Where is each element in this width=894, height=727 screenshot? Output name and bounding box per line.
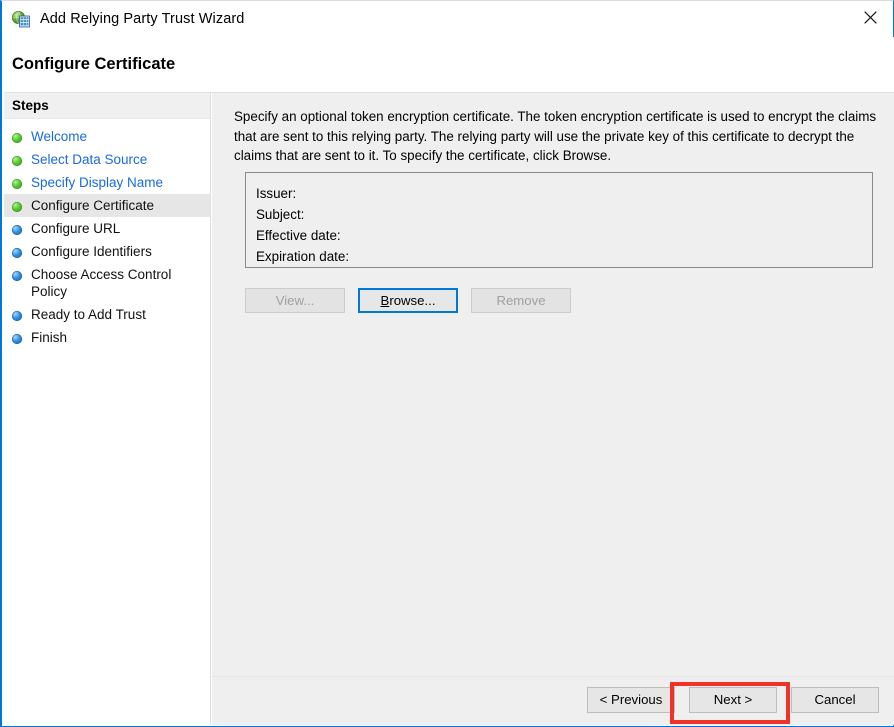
browse-certificate-button[interactable]: Browse... <box>358 288 458 313</box>
step-status-done-icon <box>12 179 22 189</box>
cancel-button-label: Cancel <box>814 692 856 708</box>
previous-button-label: < Previous <box>599 692 663 708</box>
step-status-pending-icon <box>12 311 22 321</box>
wizard-nav-buttons: < Previous Next > Cancel <box>587 687 879 713</box>
browse-accelerator: B <box>380 292 390 308</box>
title-bar: Add Relying Party Trust Wizard <box>2 1 893 37</box>
browse-certificate-label: rowse... <box>389 292 436 308</box>
content-area: Steps Welcome Select Data Source Specify… <box>4 93 894 725</box>
certificate-expiration-date-row: Expiration date: <box>256 246 872 267</box>
sidebar-item-label: Configure Certificate <box>31 198 155 213</box>
view-certificate-button: View... <box>245 288 345 313</box>
page-title: Configure Certificate <box>12 55 176 73</box>
wizard-window: Add Relying Party Trust Wizard Configure… <box>0 0 894 727</box>
page-header: Configure Certificate <box>4 37 894 93</box>
sidebar-item-label: Select Data Source <box>31 152 148 167</box>
sidebar-item-ready-to-add-trust[interactable]: Ready to Add Trust <box>4 303 210 326</box>
previous-button[interactable]: < Previous <box>587 687 675 713</box>
next-button[interactable]: Next > <box>689 687 777 713</box>
sidebar-item-configure-certificate[interactable]: Configure Certificate <box>4 194 210 217</box>
sidebar-item-label: Welcome <box>31 129 88 144</box>
sidebar-item-configure-identifiers[interactable]: Configure Identifiers <box>4 240 210 263</box>
step-status-pending-icon <box>12 225 22 235</box>
sidebar-item-select-data-source[interactable]: Select Data Source <box>4 148 210 171</box>
instruction-text: Specify an optional token encryption cer… <box>234 109 877 163</box>
steps-sidebar: Steps Welcome Select Data Source Specify… <box>4 93 211 725</box>
sidebar-item-label: Ready to Add Trust <box>31 307 146 322</box>
certificate-subject-label: Subject: <box>256 207 305 222</box>
steps-header-label: Steps <box>12 98 49 113</box>
sidebar-item-label: Choose Access Control Policy <box>31 267 172 299</box>
certificate-issuer-label: Issuer: <box>256 186 297 201</box>
view-certificate-label: View... <box>275 292 315 308</box>
sidebar-item-configure-url[interactable]: Configure URL <box>4 217 210 240</box>
step-status-pending-icon <box>12 248 22 258</box>
sidebar-item-label: Finish <box>31 330 68 345</box>
main-panel: Specify an optional token encryption cer… <box>212 93 894 725</box>
steps-list: Welcome Select Data Source Specify Displ… <box>4 119 210 349</box>
sidebar-item-specify-display-name[interactable]: Specify Display Name <box>4 171 210 194</box>
certificate-effective-date-row: Effective date: <box>256 225 872 246</box>
sidebar-item-finish[interactable]: Finish <box>4 326 210 349</box>
relying-party-globe-icon <box>11 9 31 29</box>
certificate-info-box: Issuer: Subject: Effective date: Expirat… <box>245 172 873 268</box>
step-status-pending-icon <box>12 271 22 281</box>
close-icon <box>863 11 877 24</box>
next-button-label: Next > <box>713 692 753 708</box>
remove-certificate-label: Remove <box>496 292 546 308</box>
remove-certificate-button: Remove <box>471 288 571 313</box>
cancel-button[interactable]: Cancel <box>791 687 879 713</box>
sidebar-item-label: Configure URL <box>31 221 121 236</box>
wizard-footer: < Previous Next > Cancel <box>212 676 894 725</box>
step-status-done-icon <box>12 133 22 143</box>
sidebar-item-label: Configure Identifiers <box>31 244 152 259</box>
step-status-done-icon <box>12 156 22 166</box>
step-status-pending-icon <box>12 334 22 344</box>
certificate-issuer-row: Issuer: <box>256 183 872 204</box>
certificate-actions: View... Browse... Remove <box>245 288 571 313</box>
step-status-done-icon <box>12 202 22 212</box>
steps-header: Steps <box>4 93 210 119</box>
window-title: Add Relying Party Trust Wizard <box>40 11 245 27</box>
certificate-effective-date-label: Effective date: <box>256 228 341 243</box>
certificate-expiration-date-label: Expiration date: <box>256 249 350 264</box>
close-button[interactable] <box>847 1 893 34</box>
sidebar-item-choose-access-control-policy[interactable]: Choose Access Control Policy <box>4 263 210 303</box>
certificate-subject-row: Subject: <box>256 204 872 225</box>
sidebar-item-label: Specify Display Name <box>31 175 164 190</box>
sidebar-item-welcome[interactable]: Welcome <box>4 125 210 148</box>
